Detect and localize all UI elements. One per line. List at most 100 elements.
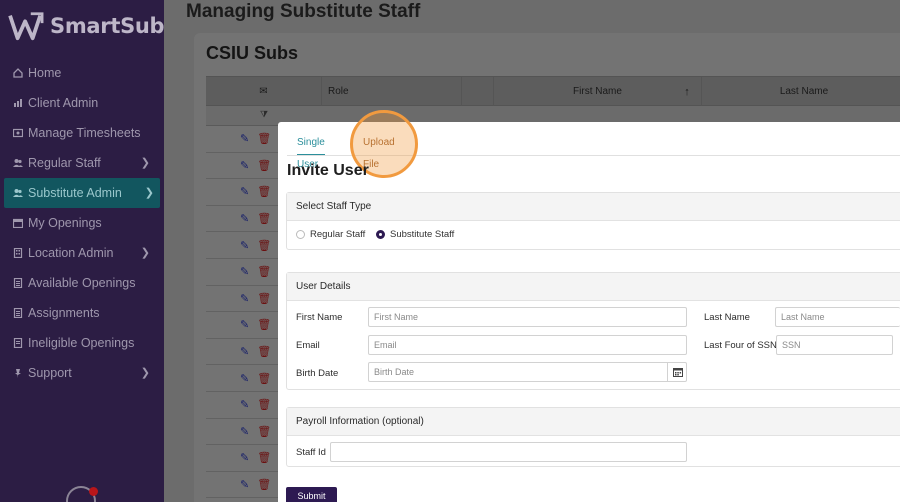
logo[interactable]: SmartSub (8, 8, 165, 44)
staff-type-panel: Select Staff Type (286, 192, 900, 250)
sidebar-item-label: Assignments (28, 306, 100, 320)
payroll-heading: Payroll Information (optional) (287, 408, 900, 436)
trash-icon[interactable]: 🗑 (257, 398, 271, 411)
staff-id-field[interactable] (330, 442, 687, 462)
table-row: ✎ 🗑 (206, 419, 280, 446)
sidebar-item-client-admin[interactable]: Client Admin (0, 88, 164, 118)
chevron-right-icon: ❯ (140, 157, 150, 169)
edit-icon[interactable]: ✎ (240, 265, 249, 278)
edit-icon[interactable]: ✎ (240, 345, 249, 358)
sidebar-item-assignments[interactable]: Assignments (0, 298, 164, 328)
sidebar: SmartSub Home Client Admin Manage Timesh… (0, 0, 165, 502)
tab-single-user[interactable]: Single User (297, 132, 325, 170)
ssn-label: Last Four of SSN (704, 340, 777, 351)
trash-icon[interactable]: 🗑 (257, 425, 271, 438)
calendar-icon (13, 218, 23, 228)
column-role[interactable]: Role (321, 77, 461, 107)
users-icon (13, 189, 23, 197)
submit-button[interactable]: Submit (286, 487, 337, 502)
edit-icon[interactable]: ✎ (240, 478, 249, 491)
home-icon (13, 68, 23, 78)
email-label: Email (296, 340, 320, 351)
calendar-icon[interactable] (667, 362, 687, 382)
radio-substitute-staff[interactable]: Substitute Staff (376, 229, 454, 240)
radio-label: Substitute Staff (390, 229, 455, 240)
edit-icon[interactable]: ✎ (240, 212, 249, 225)
first-name-label: First Name (296, 312, 343, 323)
grid-rows: ✎ 🗑 ✎ 🗑 ✎ 🗑 ✎ 🗑 ✎ 🗑 ✎ 🗑 ✎ 🗑 ✎ 🗑 ✎ 🗑 ✎ 🗑 ✎ 🗑 ✎ 🗑 ✎ 🗑 ✎ 🗑 (206, 126, 280, 499)
page-title: Managing Substitute Staff (186, 1, 421, 22)
edit-icon[interactable]: ✎ (240, 372, 249, 385)
edit-icon[interactable]: ✎ (240, 292, 249, 305)
radio-label: Regular Staff (310, 229, 366, 240)
sidebar-item-label: Support (28, 366, 72, 380)
staff-type-heading: Select Staff Type (287, 193, 900, 221)
chart-icon (14, 99, 22, 107)
timesheet-icon (13, 128, 23, 138)
trash-icon[interactable]: 🗑 (257, 451, 271, 464)
trash-icon[interactable]: 🗑 (257, 345, 271, 358)
edit-icon[interactable]: ✎ (240, 425, 249, 438)
trash-icon[interactable]: 🗑 (257, 132, 271, 145)
edit-icon[interactable]: ✎ (240, 398, 249, 411)
column-first-name[interactable]: First Name (493, 77, 701, 107)
filter-icon[interactable]: ⧩ (260, 109, 268, 120)
edit-icon[interactable]: ✎ (240, 451, 249, 464)
edit-icon[interactable]: ✎ (240, 159, 249, 172)
trash-icon[interactable]: 🗑 (257, 159, 271, 172)
sidebar-item-label: Client Admin (28, 96, 99, 110)
table-row: ✎ 🗑 (206, 153, 280, 180)
sidebar-item-my-openings[interactable]: My Openings (0, 208, 164, 238)
table-row: ✎ 🗑 (206, 232, 280, 259)
sort-asc-icon[interactable]: ↑ (676, 77, 698, 107)
sidebar-item-label: Ineligible Openings (28, 336, 135, 350)
trash-icon[interactable]: 🗑 (257, 239, 271, 252)
sidebar-item-ineligible-openings[interactable]: Ineligible Openings (0, 328, 164, 358)
table-row: ✎ 🗑 (206, 206, 280, 233)
modal-title: Invite User (287, 162, 369, 179)
sidebar-item-regular-staff[interactable]: Regular Staff ❯ (0, 148, 164, 178)
building-icon (13, 248, 23, 258)
table-row: ✎ 🗑 (206, 126, 280, 153)
sidebar-item-label: Home (28, 66, 62, 80)
sidebar-item-available-openings[interactable]: Available Openings (0, 268, 164, 298)
trash-icon[interactable]: 🗑 (257, 318, 271, 331)
table-row: ✎ 🗑 (206, 445, 280, 472)
radio-regular-staff[interactable]: Regular Staff (296, 229, 365, 240)
last-name-label: Last Name (704, 312, 750, 323)
grid-header: ✉ Role First Name ↑ Last Name (206, 76, 900, 107)
trash-icon[interactable]: 🗑 (257, 185, 271, 198)
ssn-field[interactable] (776, 335, 893, 355)
chevron-right-icon: ❯ (140, 247, 150, 259)
pin-icon (15, 369, 21, 378)
column-last-name[interactable]: Last Name (701, 77, 900, 107)
mail-icon[interactable]: ✉ (206, 77, 321, 107)
trash-icon[interactable]: 🗑 (257, 265, 271, 278)
birth-date-field[interactable] (368, 362, 687, 382)
trash-icon[interactable]: 🗑 (257, 372, 271, 385)
edit-icon[interactable]: ✎ (240, 318, 249, 331)
table-row: ✎ 🗑 (206, 312, 280, 339)
notification-badge (89, 487, 98, 496)
sidebar-item-manage-timesheets[interactable]: Manage Timesheets (0, 118, 164, 148)
first-name-field[interactable] (368, 307, 687, 327)
trash-icon[interactable]: 🗑 (257, 292, 271, 305)
email-field[interactable] (368, 335, 687, 355)
sidebar-item-label: Available Openings (28, 276, 136, 290)
user-details-heading: User Details (287, 273, 900, 301)
sidebar-item-substitute-admin[interactable]: Substitute Admin ❯ (4, 178, 160, 208)
column-spacer (461, 77, 493, 107)
sidebar-item-support[interactable]: Support ❯ (0, 358, 164, 388)
trash-icon[interactable]: 🗑 (257, 478, 271, 491)
radio-unchecked-icon (296, 230, 305, 239)
trash-icon[interactable]: 🗑 (257, 212, 271, 225)
sidebar-item-location-admin[interactable]: Location Admin ❯ (0, 238, 164, 268)
chevron-right-icon: ❯ (144, 187, 154, 199)
edit-icon[interactable]: ✎ (240, 185, 249, 198)
file-icon (13, 308, 23, 318)
sidebar-item-home[interactable]: Home (0, 58, 164, 88)
edit-icon[interactable]: ✎ (240, 239, 249, 252)
edit-icon[interactable]: ✎ (240, 132, 249, 145)
table-row: ✎ 🗑 (206, 472, 280, 499)
last-name-field[interactable] (775, 307, 900, 327)
